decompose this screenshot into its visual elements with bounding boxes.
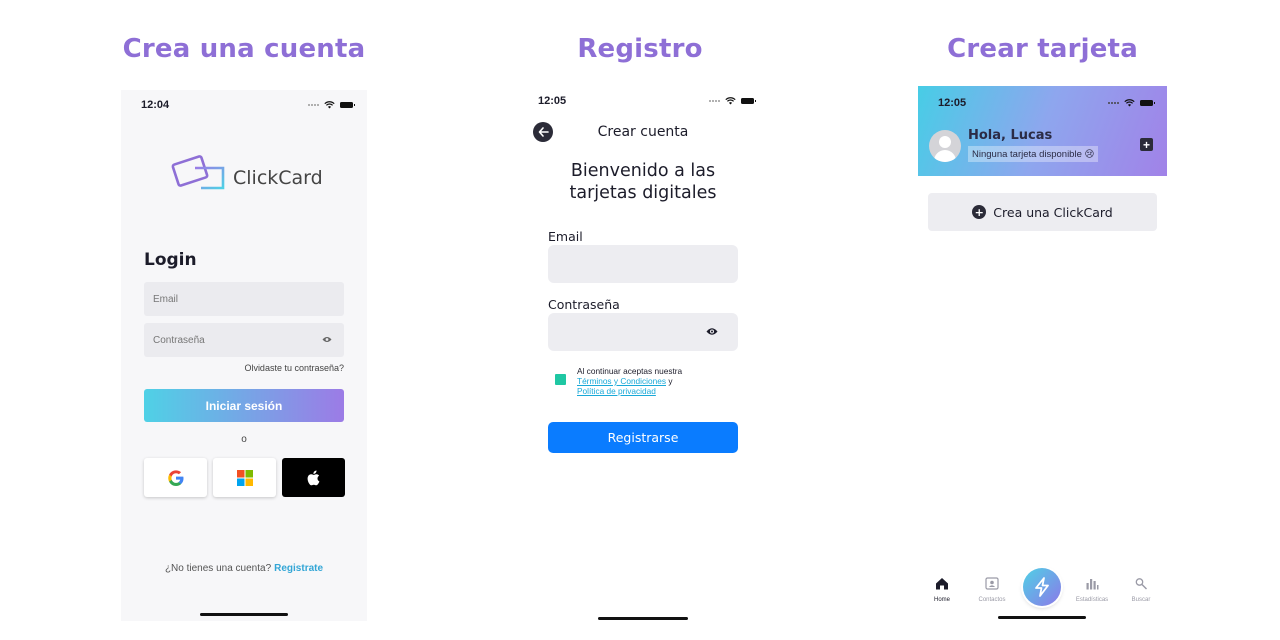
tab-search[interactable]: Buscar xyxy=(1121,577,1161,603)
register-link[interactable]: Registrate xyxy=(274,563,323,574)
status-time: 12:05 xyxy=(938,97,967,109)
tab-home[interactable]: Home xyxy=(922,577,962,603)
home-screen: 12:05 Hola, Lucas Ninguna tarjeta dispon… xyxy=(918,86,1167,626)
create-clickcard-label: Crea una ClickCard xyxy=(993,204,1113,220)
headline-line-1: Bienvenido a las xyxy=(570,161,716,181)
nav-title: Crear cuenta xyxy=(597,124,689,140)
section-title-create-card: Crear tarjeta xyxy=(947,34,1138,64)
plus-icon: + xyxy=(1142,137,1150,152)
eye-icon[interactable] xyxy=(322,336,332,343)
terms-text: Al continuar aceptas nuestra Términos y … xyxy=(577,366,727,396)
home-icon xyxy=(936,578,948,590)
terms-prefix: Al continuar aceptas nuestra xyxy=(577,366,683,376)
contacts-icon xyxy=(985,577,999,590)
or-divider: o xyxy=(241,434,247,445)
email-placeholder: Email xyxy=(153,293,179,305)
wifi-icon xyxy=(324,101,335,109)
logo-text: ClickCard xyxy=(233,167,323,189)
profile-header: 12:05 Hola, Lucas Ninguna tarjeta dispon… xyxy=(918,86,1167,176)
signal-icon xyxy=(1108,102,1119,104)
register-screen: 12:05 Crear cuenta Bienvenido a las tarj… xyxy=(518,86,768,626)
no-cards-badge: Ninguna tarjeta disponible 😢 xyxy=(968,146,1099,162)
status-time: 12:05 xyxy=(538,95,567,107)
home-indicator xyxy=(998,616,1086,619)
wifi-icon xyxy=(725,97,736,105)
status-bar: 12:05 xyxy=(918,92,1167,114)
email-label: Email xyxy=(548,229,583,244)
section-title-register: Registro xyxy=(577,34,703,64)
google-login-button[interactable] xyxy=(144,458,207,497)
avatar[interactable] xyxy=(929,130,961,162)
stats-icon xyxy=(1086,579,1099,590)
signal-icon xyxy=(308,104,319,106)
lightning-icon xyxy=(1035,577,1049,597)
password-placeholder: Contraseña xyxy=(153,334,205,346)
eye-icon[interactable] xyxy=(706,327,718,336)
signup-prompt: ¿No tienes una cuenta? Registrate xyxy=(121,563,367,574)
email-input[interactable]: Email xyxy=(144,282,344,316)
section-title-login: Crea una cuenta xyxy=(122,34,366,64)
clickcard-logo-icon xyxy=(171,155,225,190)
quick-action-button[interactable] xyxy=(1023,568,1061,606)
headline-line-2: tarjetas digitales xyxy=(569,183,717,203)
terms-checkbox[interactable] xyxy=(555,374,566,385)
forgot-password-link[interactable]: Olvidaste tu contraseña? xyxy=(244,363,344,373)
google-icon xyxy=(167,469,184,486)
status-bar: 12:05 xyxy=(518,90,768,112)
tab-contacts[interactable]: Contactos xyxy=(972,577,1012,603)
apple-login-button[interactable] xyxy=(282,458,345,497)
microsoft-login-button[interactable] xyxy=(213,458,276,497)
status-bar: 12:04 xyxy=(121,94,367,116)
no-account-text: ¿No tienes una cuenta? xyxy=(164,563,272,574)
login-screen: 12:04 ClickCard Login Email Contraseña O… xyxy=(121,90,367,621)
privacy-link[interactable]: Política de privacidad xyxy=(577,386,656,396)
search-icon xyxy=(1135,578,1147,590)
signal-icon xyxy=(709,100,720,102)
terms-link[interactable]: Términos y Condiciones xyxy=(577,376,666,386)
microsoft-icon xyxy=(236,469,253,486)
tab-stats-label: Estadísticas xyxy=(1075,597,1109,603)
email-input[interactable] xyxy=(548,245,738,283)
tab-search-label: Buscar xyxy=(1131,597,1151,603)
register-button[interactable]: Registrarse xyxy=(548,422,738,453)
battery-icon xyxy=(1140,100,1155,106)
terms-and: y xyxy=(668,376,673,386)
password-input[interactable] xyxy=(548,313,738,351)
app-logo: ClickCard xyxy=(171,150,323,192)
password-label: Contraseña xyxy=(548,297,620,312)
tab-stats[interactable]: Estadísticas xyxy=(1072,577,1112,603)
home-indicator xyxy=(200,613,288,616)
login-button[interactable]: Iniciar sesión xyxy=(144,389,344,422)
battery-icon xyxy=(741,98,756,104)
plus-circle-icon: + xyxy=(972,205,987,219)
create-clickcard-button[interactable]: + Crea una ClickCard xyxy=(928,193,1157,231)
welcome-headline: Bienvenido a las tarjetas digitales xyxy=(518,160,768,204)
battery-icon xyxy=(340,102,355,108)
password-input[interactable]: Contraseña xyxy=(144,323,344,357)
greeting: Hola, Lucas xyxy=(968,128,1053,143)
tab-contacts-label: Contactos xyxy=(978,597,1006,603)
apple-icon xyxy=(307,470,319,485)
add-card-button[interactable]: + xyxy=(1140,138,1153,151)
login-heading: Login xyxy=(144,250,197,270)
tab-home-label: Home xyxy=(933,597,950,603)
status-time: 12:04 xyxy=(141,99,170,111)
home-indicator xyxy=(598,617,688,620)
wifi-icon xyxy=(1124,99,1135,107)
